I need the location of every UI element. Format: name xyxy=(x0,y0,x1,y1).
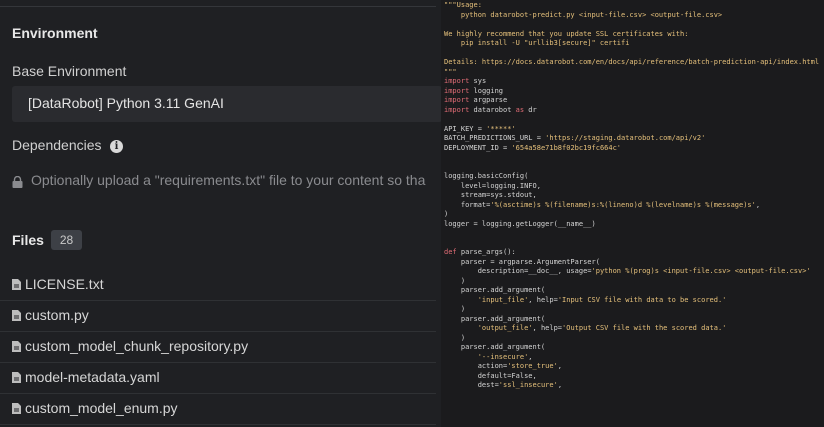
file-row[interactable]: model-metadata.yaml xyxy=(0,363,436,394)
info-icon[interactable]: i xyxy=(110,140,123,153)
code-line: """Usage: xyxy=(444,1,482,9)
file-icon xyxy=(12,403,21,414)
code-line: parser = argparse.ArgumentParser( xyxy=(460,257,600,266)
code-line: import datarobot as dr xyxy=(444,105,537,114)
file-icon xyxy=(12,310,21,321)
file-row[interactable]: LICENSE.txt xyxy=(0,270,436,301)
file-row[interactable]: custom_model_chunk_repository.py xyxy=(0,332,436,363)
file-icon xyxy=(12,372,21,383)
file-row[interactable]: custom_model_enum.py xyxy=(0,394,436,425)
base-environment-select[interactable]: [DataRobot] Python 3.11 GenAI xyxy=(12,86,441,122)
code-line: ) xyxy=(460,333,466,342)
code-line: python datarobot-predict.py <input-file.… xyxy=(444,10,723,19)
code-content: """Usage: python datarobot-predict.py <i… xyxy=(444,1,819,391)
file-name: custom_model_chunk_repository.py xyxy=(25,338,249,354)
file-name: LICENSE.txt xyxy=(25,276,104,292)
file-name: custom.py xyxy=(25,307,89,323)
file-row[interactable]: custom.py xyxy=(0,301,436,332)
file-name: model-metadata.yaml xyxy=(25,369,160,385)
code-viewer[interactable]: """Usage: python datarobot-predict.py <i… xyxy=(441,0,824,427)
code-line: dest='ssl_insecure', xyxy=(444,381,563,389)
code-line: logger = logging.getLogger(__name__) xyxy=(444,219,596,228)
code-line: BATCH_PREDICTIONS_URL = 'https://staging… xyxy=(444,134,706,142)
divider xyxy=(0,6,436,7)
files-heading: Files xyxy=(12,232,44,248)
file-name: custom_model_enum.py xyxy=(25,400,178,416)
code-line: ) xyxy=(460,276,466,285)
code-line: DEPLOYMENT_ID = '654a58e71b8f02bc19fc664… xyxy=(444,143,622,152)
code-line: def parse_args(): xyxy=(444,248,516,256)
code-line: action='store_true', xyxy=(444,362,563,370)
code-line: ) xyxy=(460,305,466,313)
dependencies-label: Dependencies xyxy=(12,137,102,153)
code-line: import sys xyxy=(444,77,487,85)
file-icon xyxy=(12,341,21,352)
code-line: pip install -U "urllib3[secure]" certifi xyxy=(444,39,630,47)
code-line: logging.basicConfig( xyxy=(444,172,529,180)
file-icon xyxy=(12,279,21,290)
code-line: '--insecure', xyxy=(477,352,533,361)
code-line: ) xyxy=(444,210,449,218)
base-environment-value: [DataRobot] Python 3.11 GenAI xyxy=(28,95,224,111)
code-line: format='%(asctime)s %(filename)s:%(linen… xyxy=(444,200,761,209)
code-line: 'input_file', help='Input CSV file with … xyxy=(477,295,727,304)
base-environment-label: Base Environment xyxy=(12,63,127,79)
code-line: Details: https://docs.datarobot.com/en/d… xyxy=(444,58,820,66)
files-count-badge: 28 xyxy=(51,230,82,250)
code-line: parser.add_argument( xyxy=(460,286,546,294)
code-line: import argparse xyxy=(444,96,508,104)
code-line: API_KEY = '*****' xyxy=(444,124,516,133)
requirements-upload-note: Optionally upload a "requirements.txt" f… xyxy=(31,172,426,188)
code-line: stream=sys.stdout, xyxy=(460,191,537,199)
environment-panel: Environment Base Environment [DataRobot]… xyxy=(0,0,441,427)
code-line: level=logging.INFO, xyxy=(460,181,541,190)
code-line: We highly recommend that you update SSL … xyxy=(444,29,689,38)
code-line: import logging xyxy=(444,86,504,95)
environment-heading: Environment xyxy=(12,25,98,41)
code-line: 'output_file', help='Output CSV file wit… xyxy=(477,324,727,332)
code-line: parser.add_argument( xyxy=(460,314,546,323)
code-line: """ xyxy=(444,67,457,76)
code-line: default=False, xyxy=(477,371,537,380)
lock-icon xyxy=(12,176,23,188)
code-line: description=__doc__, usage='python %(pro… xyxy=(444,267,811,275)
code-line: parser.add_argument( xyxy=(460,343,546,351)
